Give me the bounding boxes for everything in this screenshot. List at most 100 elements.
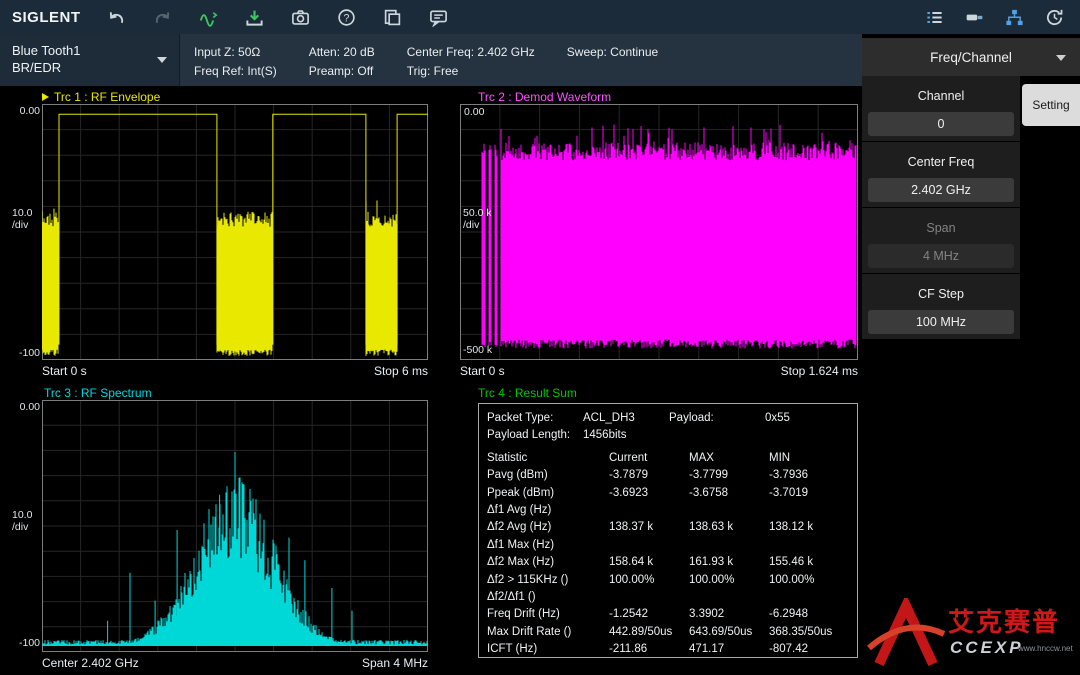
x-axis-labels: Center 2.402 GHz Span 4 MHz [42, 656, 428, 670]
y-axis-label: -100 [12, 638, 40, 649]
redo-icon[interactable] [153, 7, 173, 27]
stat-max [689, 502, 769, 519]
stat-label: ICFT (Hz) [487, 641, 609, 658]
result-row: Δf1 Max (Hz) [487, 537, 857, 554]
stat-min [769, 537, 857, 554]
lan-icon[interactable] [1004, 7, 1024, 27]
stat-max [689, 589, 769, 606]
stat-min [769, 589, 857, 606]
menu-item-label: Span [862, 208, 1020, 235]
status-fields: Input Z: 50ΩFreq Ref: Int(S)Atten: 20 dB… [180, 34, 690, 86]
siglent-logo: SIGLENT [12, 9, 81, 26]
setting-tab[interactable]: Setting [1022, 84, 1080, 126]
y-axis-label: 10.0 [12, 208, 32, 219]
menu-item-cf-step[interactable]: CF Step100 MHz [862, 274, 1020, 340]
payload-length-label: Payload Length: [487, 427, 583, 444]
stat-min [769, 502, 857, 519]
x-axis-stop-label: Stop 1.624 ms [781, 364, 858, 378]
payload-length-value: 1456bits [583, 427, 857, 444]
stat-label: Ppeak (dBm) [487, 485, 609, 502]
history-icon[interactable] [1044, 7, 1064, 27]
stat-min: -807.42 [769, 641, 857, 658]
list-icon[interactable] [924, 7, 944, 27]
stat-max: -3.7799 [689, 467, 769, 484]
trace3-title: Trc 3 : RF Spectrum [44, 386, 152, 400]
stat-max: 161.93 k [689, 554, 769, 571]
softkey-panel: Freq/Channel Channel 0 Center Freq2.402 GH… [862, 34, 1080, 675]
panel-title-label: Freq/Channel [930, 50, 1012, 65]
menu-item-channel[interactable]: Channel 0 [862, 76, 1020, 142]
setting-tab-label: Setting [1032, 98, 1069, 112]
copy-icon[interactable] [383, 7, 403, 27]
x-axis-center-label: Center 2.402 GHz [42, 656, 139, 670]
trace2-title: Trc 2 : Demod Waveform [478, 90, 611, 104]
result-row: Freq Drift (Hz)-1.25423.3902-6.2948 [487, 606, 857, 623]
undo-icon[interactable] [107, 7, 127, 27]
rf-envelope-plot[interactable] [42, 104, 428, 360]
stat-max: 471.17 [689, 641, 769, 658]
stat-current: 138.37 k [609, 519, 689, 536]
help-icon[interactable]: ? [337, 7, 357, 27]
y-axis-label: 50.0 k [463, 208, 492, 219]
stat-current: 442.89/50us [609, 624, 689, 641]
stat-label: Freq Drift (Hz) [487, 606, 609, 623]
rf-spectrum-plot[interactable] [42, 400, 428, 652]
trace1-header: Trc 1 : RF Envelope [42, 90, 160, 104]
y-axis-label: /div [12, 220, 28, 231]
payload-length-row: Payload Length: 1456bits [487, 427, 857, 444]
trace4-title: Trc 4 : Result Sum [478, 386, 577, 400]
stat-min: 100.00% [769, 572, 857, 589]
y-axis-label: /div [12, 522, 28, 533]
menu-item-span[interactable]: Span4 MHz [862, 208, 1020, 274]
display-area: Trc 1 : RF Envelope 0.00 10.0 /div -100 … [0, 86, 862, 675]
stat-min: 368.35/50us [769, 624, 857, 641]
trace4-header: Trc 4 : Result Sum [478, 386, 577, 400]
panel-title[interactable]: Freq/Channel [862, 38, 1080, 76]
menu-item-center-freq[interactable]: Center Freq2.402 GHz [862, 142, 1020, 208]
usb-icon[interactable] [964, 7, 984, 27]
result-row: Max Drift Rate ()442.89/50us643.69/50us3… [487, 624, 857, 641]
x-axis-start-label: Start 0 s [42, 364, 87, 378]
stat-current: 158.64 k [609, 554, 689, 571]
y-axis-label: /div [463, 220, 479, 231]
stat-max: 643.69/50us [689, 624, 769, 641]
payload-value: 0x55 [765, 410, 857, 427]
menu-item-label: Center Freq [862, 142, 1020, 169]
x-axis-stop-label: Stop 6 ms [374, 364, 428, 378]
stat-label: Δf2 Max (Hz) [487, 554, 609, 571]
svg-text:?: ? [344, 12, 350, 24]
chevron-down-icon [157, 57, 167, 63]
stat-max: 138.63 k [689, 519, 769, 536]
message-icon[interactable] [429, 7, 449, 27]
result-header-row: StatisticCurrentMAXMIN [487, 450, 857, 467]
result-row: Δf2/Δf1 () [487, 589, 857, 606]
menu-item-label: Channel [862, 76, 1020, 103]
packet-info-row: Packet Type: ACL_DH3 Payload: 0x55 [487, 410, 857, 427]
payload-label: Payload: [669, 410, 765, 427]
status-field: Sweep: Continue [567, 43, 658, 86]
y-axis-label: -500 k [463, 345, 492, 356]
stat-current: 100.00% [609, 572, 689, 589]
statistic-rows: StatisticCurrentMAXMINPavg (dBm)-3.7879-… [487, 450, 857, 659]
result-row: Δf2 > 115KHz ()100.00%100.00%100.00% [487, 572, 857, 589]
result-col-header: Current [609, 450, 689, 467]
stat-max: 100.00% [689, 572, 769, 589]
mode-selector[interactable]: Blue Tooth1 BR/EDR [0, 34, 180, 86]
result-col-header: MIN [769, 450, 857, 467]
result-row: Δf1 Avg (Hz) [487, 502, 857, 519]
menu-item-value: 0 [868, 112, 1014, 136]
demod-waveform-plot[interactable] [460, 104, 858, 360]
panel-menu: Channel 0 Center Freq2.402 GHzSpan4 MHzCF … [862, 76, 1020, 340]
save-icon[interactable] [245, 7, 265, 27]
x-axis-span-label: Span 4 MHz [362, 656, 428, 670]
y-axis-label: 0.00 [12, 106, 40, 117]
camera-icon[interactable] [291, 7, 311, 27]
signal-icon[interactable] [199, 7, 219, 27]
stat-current [609, 502, 689, 519]
trace3-header: Trc 3 : RF Spectrum [44, 386, 152, 400]
mode-line2: BR/EDR [12, 60, 80, 77]
x-axis-start-label: Start 0 s [460, 364, 505, 378]
active-trace-arrow-icon [42, 93, 49, 101]
result-row: Ppeak (dBm)-3.6923-3.6758-3.7019 [487, 485, 857, 502]
stat-label: Δf2 > 115KHz () [487, 572, 609, 589]
